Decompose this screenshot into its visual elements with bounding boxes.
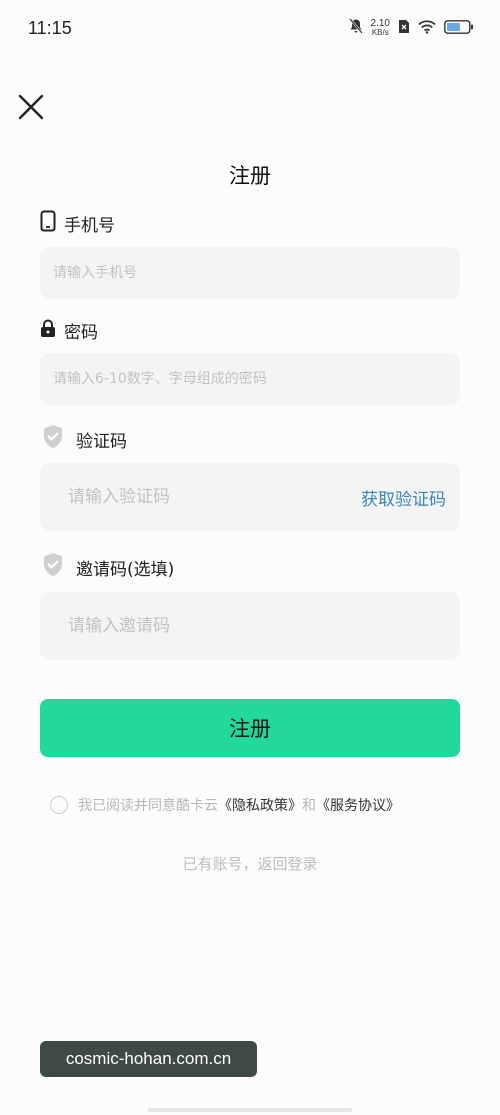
- code-input-box: 获取验证码: [40, 463, 460, 531]
- agreement-text: 我已阅读并同意酷卡云《隐私政策》和《服务协议》: [78, 795, 400, 815]
- invite-label-row: 邀请码(选填): [42, 552, 174, 582]
- phone-label: 手机号: [64, 216, 115, 236]
- net-speed-value: 2.10: [370, 18, 390, 29]
- password-input[interactable]: [53, 371, 460, 387]
- back-to-login-link[interactable]: 已有账号，返回登录: [0, 853, 500, 874]
- page-title: 注册: [229, 164, 271, 188]
- password-input-box: [40, 353, 460, 405]
- code-label-row: 验证码: [42, 424, 127, 454]
- status-time: 11:15: [28, 18, 72, 38]
- lock-icon: [40, 319, 56, 342]
- phone-input-box: [40, 247, 460, 299]
- mute-bell-icon: [348, 18, 363, 38]
- watermark: cosmic-hohan.com.cn: [40, 1041, 257, 1077]
- phone-label-row: 手机号: [40, 210, 115, 237]
- agreement-checkbox[interactable]: [50, 796, 68, 814]
- service-agreement-link[interactable]: 《服务协议》: [316, 798, 400, 814]
- home-indicator[interactable]: [148, 1108, 352, 1112]
- wifi-icon: [418, 19, 436, 38]
- shield-check-icon: [42, 424, 64, 454]
- close-button[interactable]: [16, 92, 46, 122]
- agreement-prefix: 我已阅读并同意酷卡云: [78, 798, 218, 814]
- privacy-policy-link[interactable]: 《隐私政策》: [218, 798, 302, 814]
- password-label-row: 密码: [40, 318, 98, 343]
- status-icons: 2.10 KB/s: [348, 18, 474, 38]
- invite-label: 邀请码(选填): [76, 559, 175, 580]
- net-speed-unit: KB/s: [371, 28, 389, 37]
- invite-input-box: [40, 592, 460, 660]
- no-sim-icon: [398, 19, 410, 38]
- code-label: 验证码: [76, 431, 127, 452]
- invite-input[interactable]: [68, 616, 460, 636]
- status-bar: 11:15 2.10 KB/s: [0, 0, 500, 60]
- net-speed: 2.10 KB/s: [370, 18, 390, 38]
- code-input[interactable]: [68, 487, 328, 507]
- close-icon: [18, 94, 44, 120]
- get-code-button[interactable]: 获取验证码: [361, 485, 446, 510]
- password-label: 密码: [64, 323, 98, 343]
- battery-icon: [444, 19, 474, 38]
- agreement-row: 我已阅读并同意酷卡云《隐私政策》和《服务协议》: [50, 795, 400, 815]
- phone-icon: [40, 210, 56, 237]
- agreement-and: 和: [302, 798, 316, 814]
- phone-input[interactable]: [53, 265, 460, 281]
- register-button[interactable]: 注册: [40, 699, 460, 757]
- shield-check-icon: [42, 552, 64, 582]
